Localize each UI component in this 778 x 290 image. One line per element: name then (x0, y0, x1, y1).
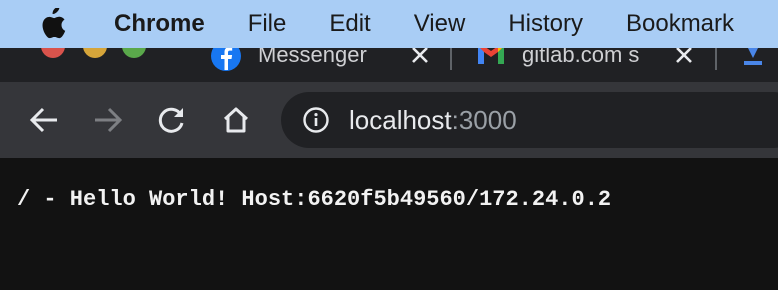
menu-app-name[interactable]: Chrome (114, 0, 205, 48)
url-port: :3000 (451, 104, 517, 135)
download-icon (738, 48, 768, 70)
menu-file[interactable]: File (248, 0, 287, 48)
back-arrow-icon[interactable] (26, 102, 62, 138)
menu-history[interactable]: History (508, 0, 583, 48)
url-host: localhost (349, 104, 452, 135)
facebook-icon (210, 48, 242, 71)
menu-edit[interactable]: Edit (329, 0, 370, 48)
tab-separator (715, 48, 717, 70)
hello-world-text: / - Hello World! Host:6620f5b49560/172.2… (17, 187, 612, 212)
tab-messenger[interactable]: Messenger (210, 48, 450, 82)
maximize-window-button[interactable] (122, 48, 146, 58)
close-window-button[interactable] (41, 48, 65, 58)
reload-icon[interactable] (154, 102, 190, 138)
minimize-window-button[interactable] (83, 48, 107, 58)
home-icon[interactable] (218, 102, 254, 138)
menu-bookmarks[interactable]: Bookmark (626, 0, 734, 48)
tab-gitlab[interactable]: gitlab.com s (476, 48, 716, 82)
apple-logo-icon[interactable] (38, 0, 78, 48)
tab-title: Messenger (258, 48, 367, 67)
close-tab-icon[interactable] (673, 48, 695, 66)
tab-separator (450, 48, 452, 70)
gmail-icon (476, 48, 508, 68)
tab-partial[interactable] (738, 48, 778, 82)
menu-view[interactable]: View (414, 0, 466, 48)
forward-arrow-icon[interactable] (90, 102, 126, 138)
address-bar[interactable]: localhost:3000 (281, 92, 778, 148)
info-icon[interactable] (302, 106, 330, 134)
close-tab-icon[interactable] (409, 48, 431, 66)
tab-strip: Messenger gitlab.com s (0, 48, 778, 82)
page-content: / - Hello World! Host:6620f5b49560/172.2… (0, 158, 778, 290)
url-text: localhost:3000 (349, 105, 517, 136)
macos-menu-bar: Chrome File Edit View History Bookmark (0, 0, 778, 48)
tab-title: gitlab.com s (522, 48, 640, 67)
browser-toolbar: localhost:3000 (0, 82, 778, 158)
